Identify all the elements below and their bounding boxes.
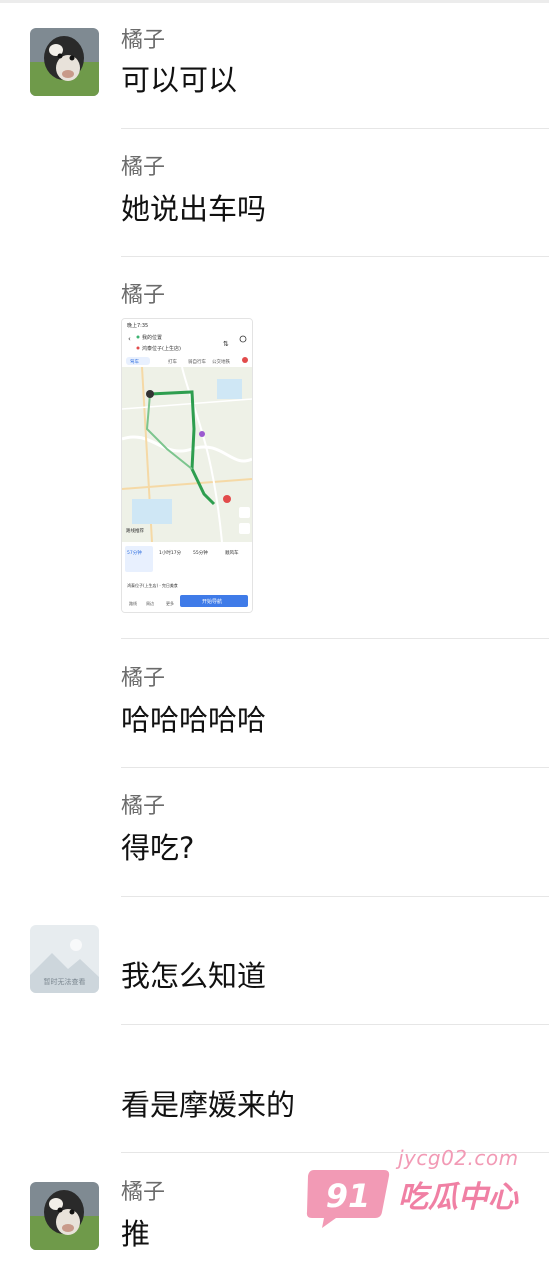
watermark-title: 吃瓜中心	[398, 1180, 518, 1215]
message-text[interactable]: 哈哈哈哈哈	[121, 706, 266, 735]
placeholder-avatar[interactable]: 暂时无法查看	[30, 925, 99, 993]
svg-text:路线推荐: 路线推荐	[126, 527, 144, 534]
cow-avatar[interactable]	[30, 1182, 99, 1250]
svg-text:⇅: ⇅	[223, 340, 229, 348]
svg-text:1小时17分: 1小时17分	[159, 549, 182, 556]
message-text[interactable]: 可以可以	[121, 66, 237, 95]
map-navigation-screenshot[interactable]: 晚上7:35 ‹ 我的位置 鸿泰位子(上生店) ⇅ 驾车 打车 骑自行车 公交地…	[121, 318, 253, 613]
sender-name: 橘子	[121, 283, 166, 308]
svg-text:公交地铁: 公交地铁	[212, 358, 230, 365]
message-divider	[121, 896, 549, 897]
sender-name: 橘子	[121, 155, 166, 180]
avatar-placeholder-text: 暂时无法查看	[44, 977, 86, 986]
message-divider	[121, 256, 549, 257]
svg-text:周边: 周边	[146, 600, 154, 606]
svg-text:路线: 路线	[129, 600, 137, 606]
message-text[interactable]: 看是摩媛来的	[121, 1091, 295, 1120]
top-divider	[0, 0, 549, 3]
svg-text:‹: ‹	[128, 335, 131, 343]
sender-name: 橘子	[121, 794, 166, 819]
sender-name: 橘子	[121, 666, 166, 691]
cow-avatar[interactable]	[30, 28, 99, 96]
svg-text:骑自行车: 骑自行车	[188, 358, 206, 365]
svg-text:顺风车: 顺风车	[225, 549, 239, 556]
watermark-site: jycg02.com	[398, 1146, 519, 1170]
svg-text:驾车: 驾车	[130, 358, 139, 365]
svg-text:晚上7:35: 晚上7:35	[127, 322, 148, 329]
svg-text:打车: 打车	[168, 358, 177, 365]
svg-text:开始导航: 开始导航	[202, 598, 222, 605]
message-text[interactable]: 得吃?	[121, 834, 194, 863]
message-text[interactable]: 她说出车吗	[121, 195, 266, 224]
svg-text:55分钟: 55分钟	[193, 549, 208, 556]
watermark-badge: 91	[306, 1168, 390, 1230]
sender-name: 橘子	[121, 1180, 166, 1205]
svg-text:更多: 更多	[166, 600, 174, 606]
map-from: 我的位置	[142, 334, 162, 341]
svg-text:鸿泰位子(上生店) · 完日美食: 鸿泰位子(上生店) · 完日美食	[127, 582, 178, 588]
svg-text:91: 91	[326, 1177, 371, 1215]
message-divider	[121, 638, 549, 639]
message-divider	[121, 767, 549, 768]
svg-text:57分钟: 57分钟	[127, 549, 142, 556]
message-divider	[121, 128, 549, 129]
message-text[interactable]: 推	[121, 1220, 150, 1249]
message-text[interactable]: 我怎么知道	[121, 962, 266, 991]
map-to: 鸿泰位子(上生店)	[142, 345, 181, 352]
message-divider	[121, 1024, 549, 1025]
sender-name: 橘子	[121, 28, 166, 53]
